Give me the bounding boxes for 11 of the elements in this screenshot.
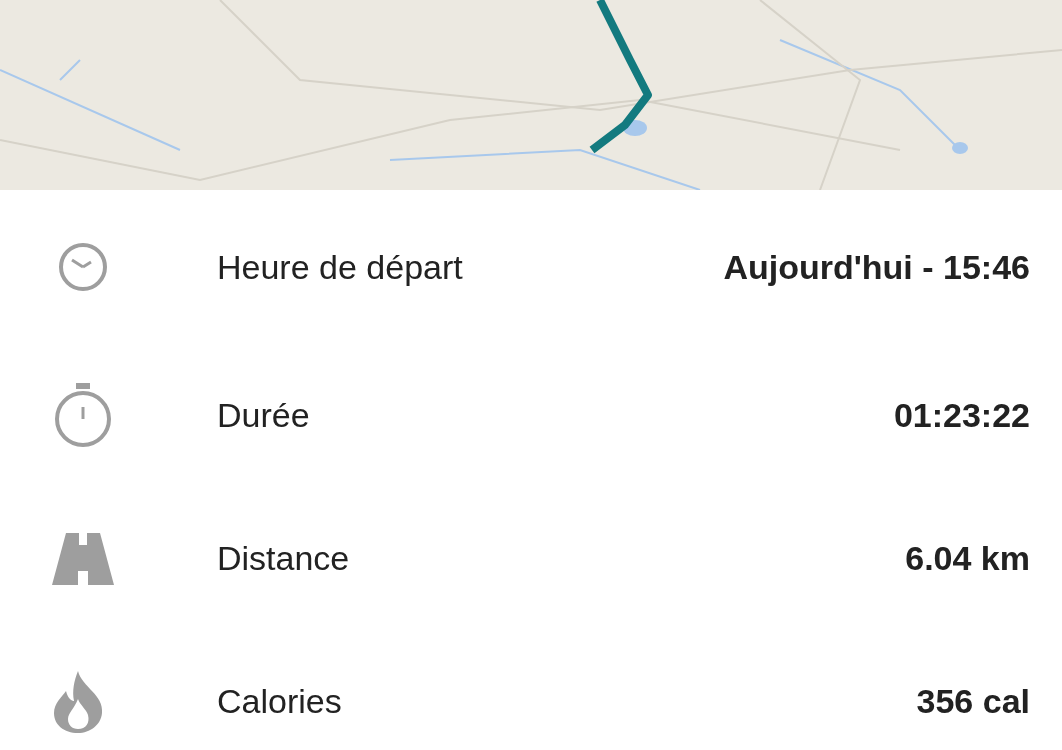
stat-value: 6.04 km — [905, 539, 1030, 578]
stat-label: Heure de départ — [217, 247, 464, 287]
flame-icon — [52, 670, 104, 733]
stopwatch-icon — [52, 382, 114, 449]
road-icon — [52, 532, 114, 585]
stat-value: 01:23:22 — [893, 396, 1030, 435]
stat-label: Calories — [217, 682, 343, 721]
stat-value: Aujourd'hui - 15:46 — [723, 247, 1030, 287]
stat-value: 356 cal — [916, 682, 1030, 721]
stat-label: Distance — [217, 539, 351, 578]
stat-label: Durée — [217, 396, 311, 435]
